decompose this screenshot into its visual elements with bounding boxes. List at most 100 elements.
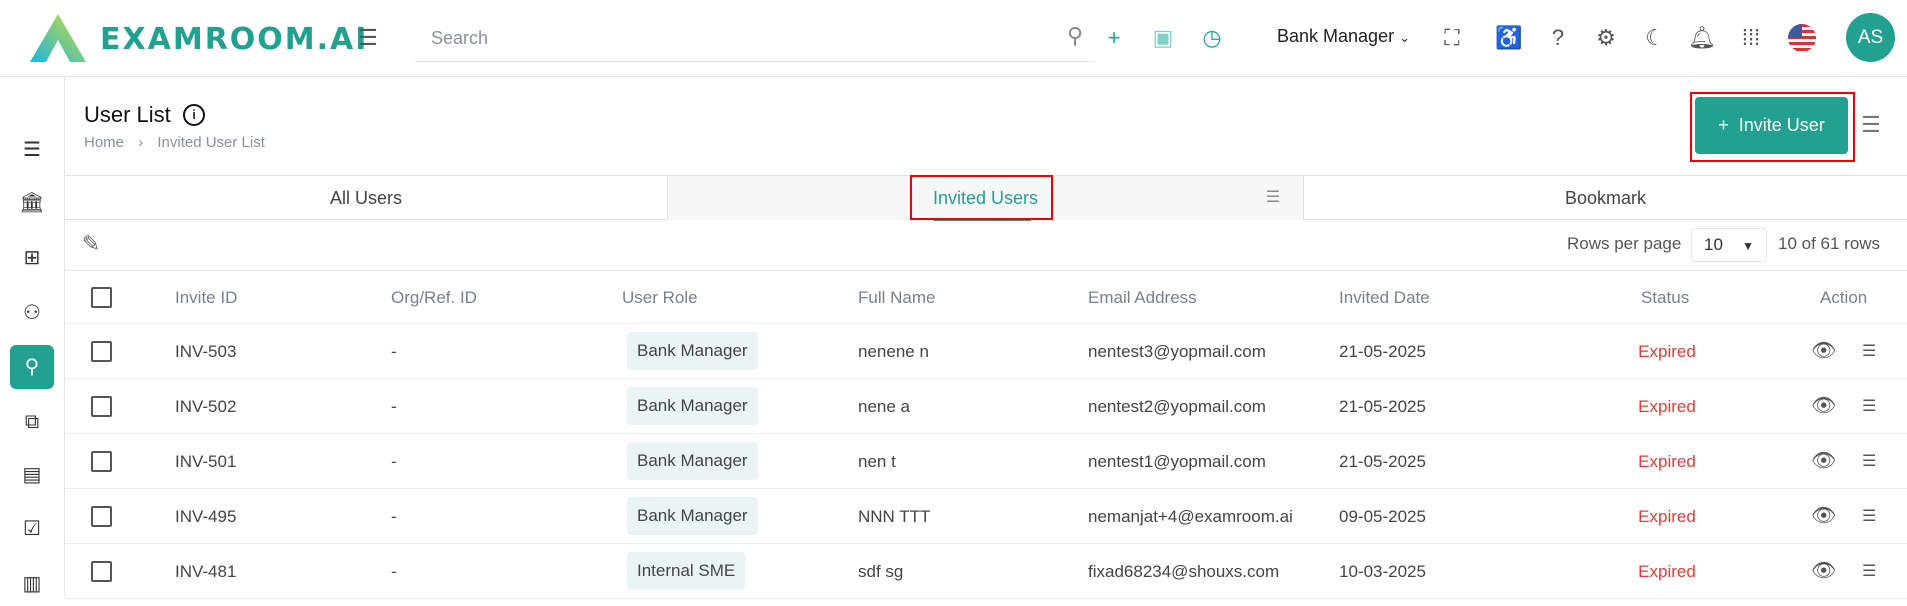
row-checkbox[interactable] (91, 451, 112, 472)
header-invited-date[interactable]: Invited Date (1339, 271, 1430, 324)
org-id: - (391, 342, 397, 361)
gear-icon[interactable]: ⚙ (1590, 22, 1622, 54)
header-org-id[interactable]: Org/Ref. ID (391, 271, 477, 324)
invite-id: INV-481 (175, 562, 237, 581)
form-icon[interactable]: ▤ (10, 453, 54, 497)
chevron-down-icon: ⌄ (1399, 30, 1410, 45)
user-settings-icon[interactable]: ⚇ (10, 291, 54, 335)
full-name: sdf sg (858, 562, 904, 581)
avatar[interactable]: AS (1846, 13, 1895, 62)
dropdown-arrow-icon: ▼ (1742, 239, 1754, 253)
rows-per-page-select[interactable]: 10 ▼ (1691, 228, 1767, 262)
table-row: INV-495 - Bank Manager NNN TTT nemanjat+… (65, 489, 1907, 544)
row-menu-icon[interactable]: ☰ (1862, 379, 1876, 434)
row-checkbox[interactable] (91, 506, 112, 527)
rows-per-page-label: Rows per page (1567, 234, 1682, 253)
row-count: 10 of 61 rows (1778, 234, 1881, 253)
header-user-role[interactable]: User Role (622, 271, 698, 324)
org-id: - (391, 507, 397, 526)
edit-pencil-icon[interactable]: ✎ (75, 228, 107, 260)
role-badge: Bank Manager (627, 442, 758, 480)
header-status[interactable]: Status (1641, 271, 1689, 324)
accessibility-icon[interactable]: ♿ (1493, 22, 1525, 54)
email: nentest1@yopmail.com (1088, 452, 1266, 471)
list-icon[interactable]: ☰ (1257, 182, 1289, 214)
table-row: INV-503 - Bank Manager nenene n nentest3… (65, 324, 1907, 379)
bank-icon[interactable]: 🏛︎ (10, 181, 54, 225)
role-badge: Bank Manager (627, 387, 758, 425)
invite-id: INV-501 (175, 452, 237, 471)
view-eye-icon[interactable]: 👁︎ (1811, 379, 1836, 434)
role-label: Bank Manager (1277, 26, 1395, 46)
us-flag-icon[interactable] (1788, 24, 1816, 52)
tab-bar: All Users Invited Users ☰ Bookmark (65, 175, 1907, 221)
table-header: Invite ID Org/Ref. ID User Role Full Nam… (65, 271, 1907, 324)
breadcrumb-current: Invited User List (157, 134, 265, 151)
header-invite-id[interactable]: Invite ID (175, 271, 237, 324)
row-menu-icon[interactable]: ☰ (1862, 434, 1876, 489)
clipboard-check-icon[interactable]: ☑ (10, 507, 54, 551)
users-icon[interactable]: ⚲ (10, 345, 54, 389)
tab-bookmark[interactable]: Bookmark (1304, 176, 1907, 220)
view-eye-icon[interactable]: 👁︎ (1811, 489, 1836, 544)
report-chart-icon[interactable]: ▥ (10, 562, 54, 606)
role-badge: Bank Manager (627, 497, 758, 535)
search-icon[interactable]: ⚲ (1059, 20, 1091, 52)
highlight-box (910, 175, 1053, 220)
full-name: nene a (858, 397, 910, 416)
row-checkbox[interactable] (91, 561, 112, 582)
invited-date: 21-05-2025 (1339, 452, 1426, 471)
top-header: EXAMROOM.AI ☰ Search ⚲ + ▣ ◷ Bank Manage… (0, 0, 1907, 77)
select-all-checkbox[interactable] (91, 287, 112, 308)
role-badge: Internal SME (627, 552, 746, 590)
sidebar: ☰ 🏛︎ ⊞ ⚇ ⚲ ⧉ ▤ ☑ ▥ (0, 77, 65, 597)
header-full-name[interactable]: Full Name (858, 271, 935, 324)
table-row: INV-501 - Bank Manager nen t nentest1@yo… (65, 434, 1907, 489)
info-icon[interactable]: i (183, 104, 205, 126)
full-name: NNN TTT (858, 507, 931, 526)
table-row: INV-481 - Internal SME sdf sg fixad68234… (65, 544, 1907, 599)
role-badge: Bank Manager (627, 332, 758, 370)
save-icon[interactable]: ▣ (1147, 22, 1179, 54)
full-name: nen t (858, 452, 896, 471)
email: nemanjat+4@examroom.ai (1088, 507, 1293, 526)
full-name: nenene n (858, 342, 929, 361)
header-email[interactable]: Email Address (1088, 271, 1197, 324)
help-icon[interactable]: ? (1542, 22, 1574, 54)
moon-icon[interactable]: ☾ (1639, 22, 1671, 54)
hierarchy-icon[interactable]: ⧉ (10, 400, 54, 444)
row-checkbox[interactable] (91, 341, 112, 362)
invite-user-button[interactable]: + Invite User (1695, 97, 1848, 154)
invite-user-label: Invite User (1738, 115, 1825, 135)
org-id: - (391, 562, 397, 581)
breadcrumb: Home › Invited User List (84, 134, 265, 151)
list-view-icon[interactable]: ☰ (1855, 109, 1887, 141)
view-eye-icon[interactable]: 👁︎ (1811, 434, 1836, 489)
search-input[interactable]: Search (415, 18, 1095, 62)
row-menu-icon[interactable]: ☰ (1862, 489, 1876, 544)
header-action: Action (1820, 288, 1868, 307)
row-menu-icon[interactable]: ☰ (1862, 324, 1876, 379)
fullscreen-icon[interactable]: ⛶ (1436, 22, 1468, 54)
server-icon[interactable]: ☰ (10, 128, 54, 172)
view-eye-icon[interactable]: 👁︎ (1811, 544, 1836, 599)
plus-icon[interactable]: + (1098, 22, 1130, 54)
apps-grid-icon[interactable]: ⁞⁞⁞ (1735, 22, 1767, 54)
invite-id: INV-502 (175, 397, 237, 416)
history-icon[interactable]: ◷ (1196, 22, 1228, 54)
tab-all-users[interactable]: All Users (65, 176, 667, 220)
email: nentest3@yopmail.com (1088, 342, 1266, 361)
bell-icon[interactable]: 🔔︎ (1686, 22, 1718, 54)
hamburger-menu-icon[interactable]: ☰ (352, 22, 384, 54)
status-badge: Expired (1638, 397, 1696, 416)
view-eye-icon[interactable]: 👁︎ (1811, 324, 1836, 379)
row-checkbox[interactable] (91, 396, 112, 417)
invite-id: INV-495 (175, 507, 237, 526)
invite-id: INV-503 (175, 342, 237, 361)
status-badge: Expired (1638, 452, 1696, 471)
add-document-icon[interactable]: ⊞ (10, 236, 54, 280)
role-selector[interactable]: Bank Manager ⌄ (1277, 26, 1410, 47)
table-row: INV-502 - Bank Manager nene a nentest2@y… (65, 379, 1907, 434)
breadcrumb-home[interactable]: Home (84, 134, 124, 151)
row-menu-icon[interactable]: ☰ (1862, 544, 1876, 599)
